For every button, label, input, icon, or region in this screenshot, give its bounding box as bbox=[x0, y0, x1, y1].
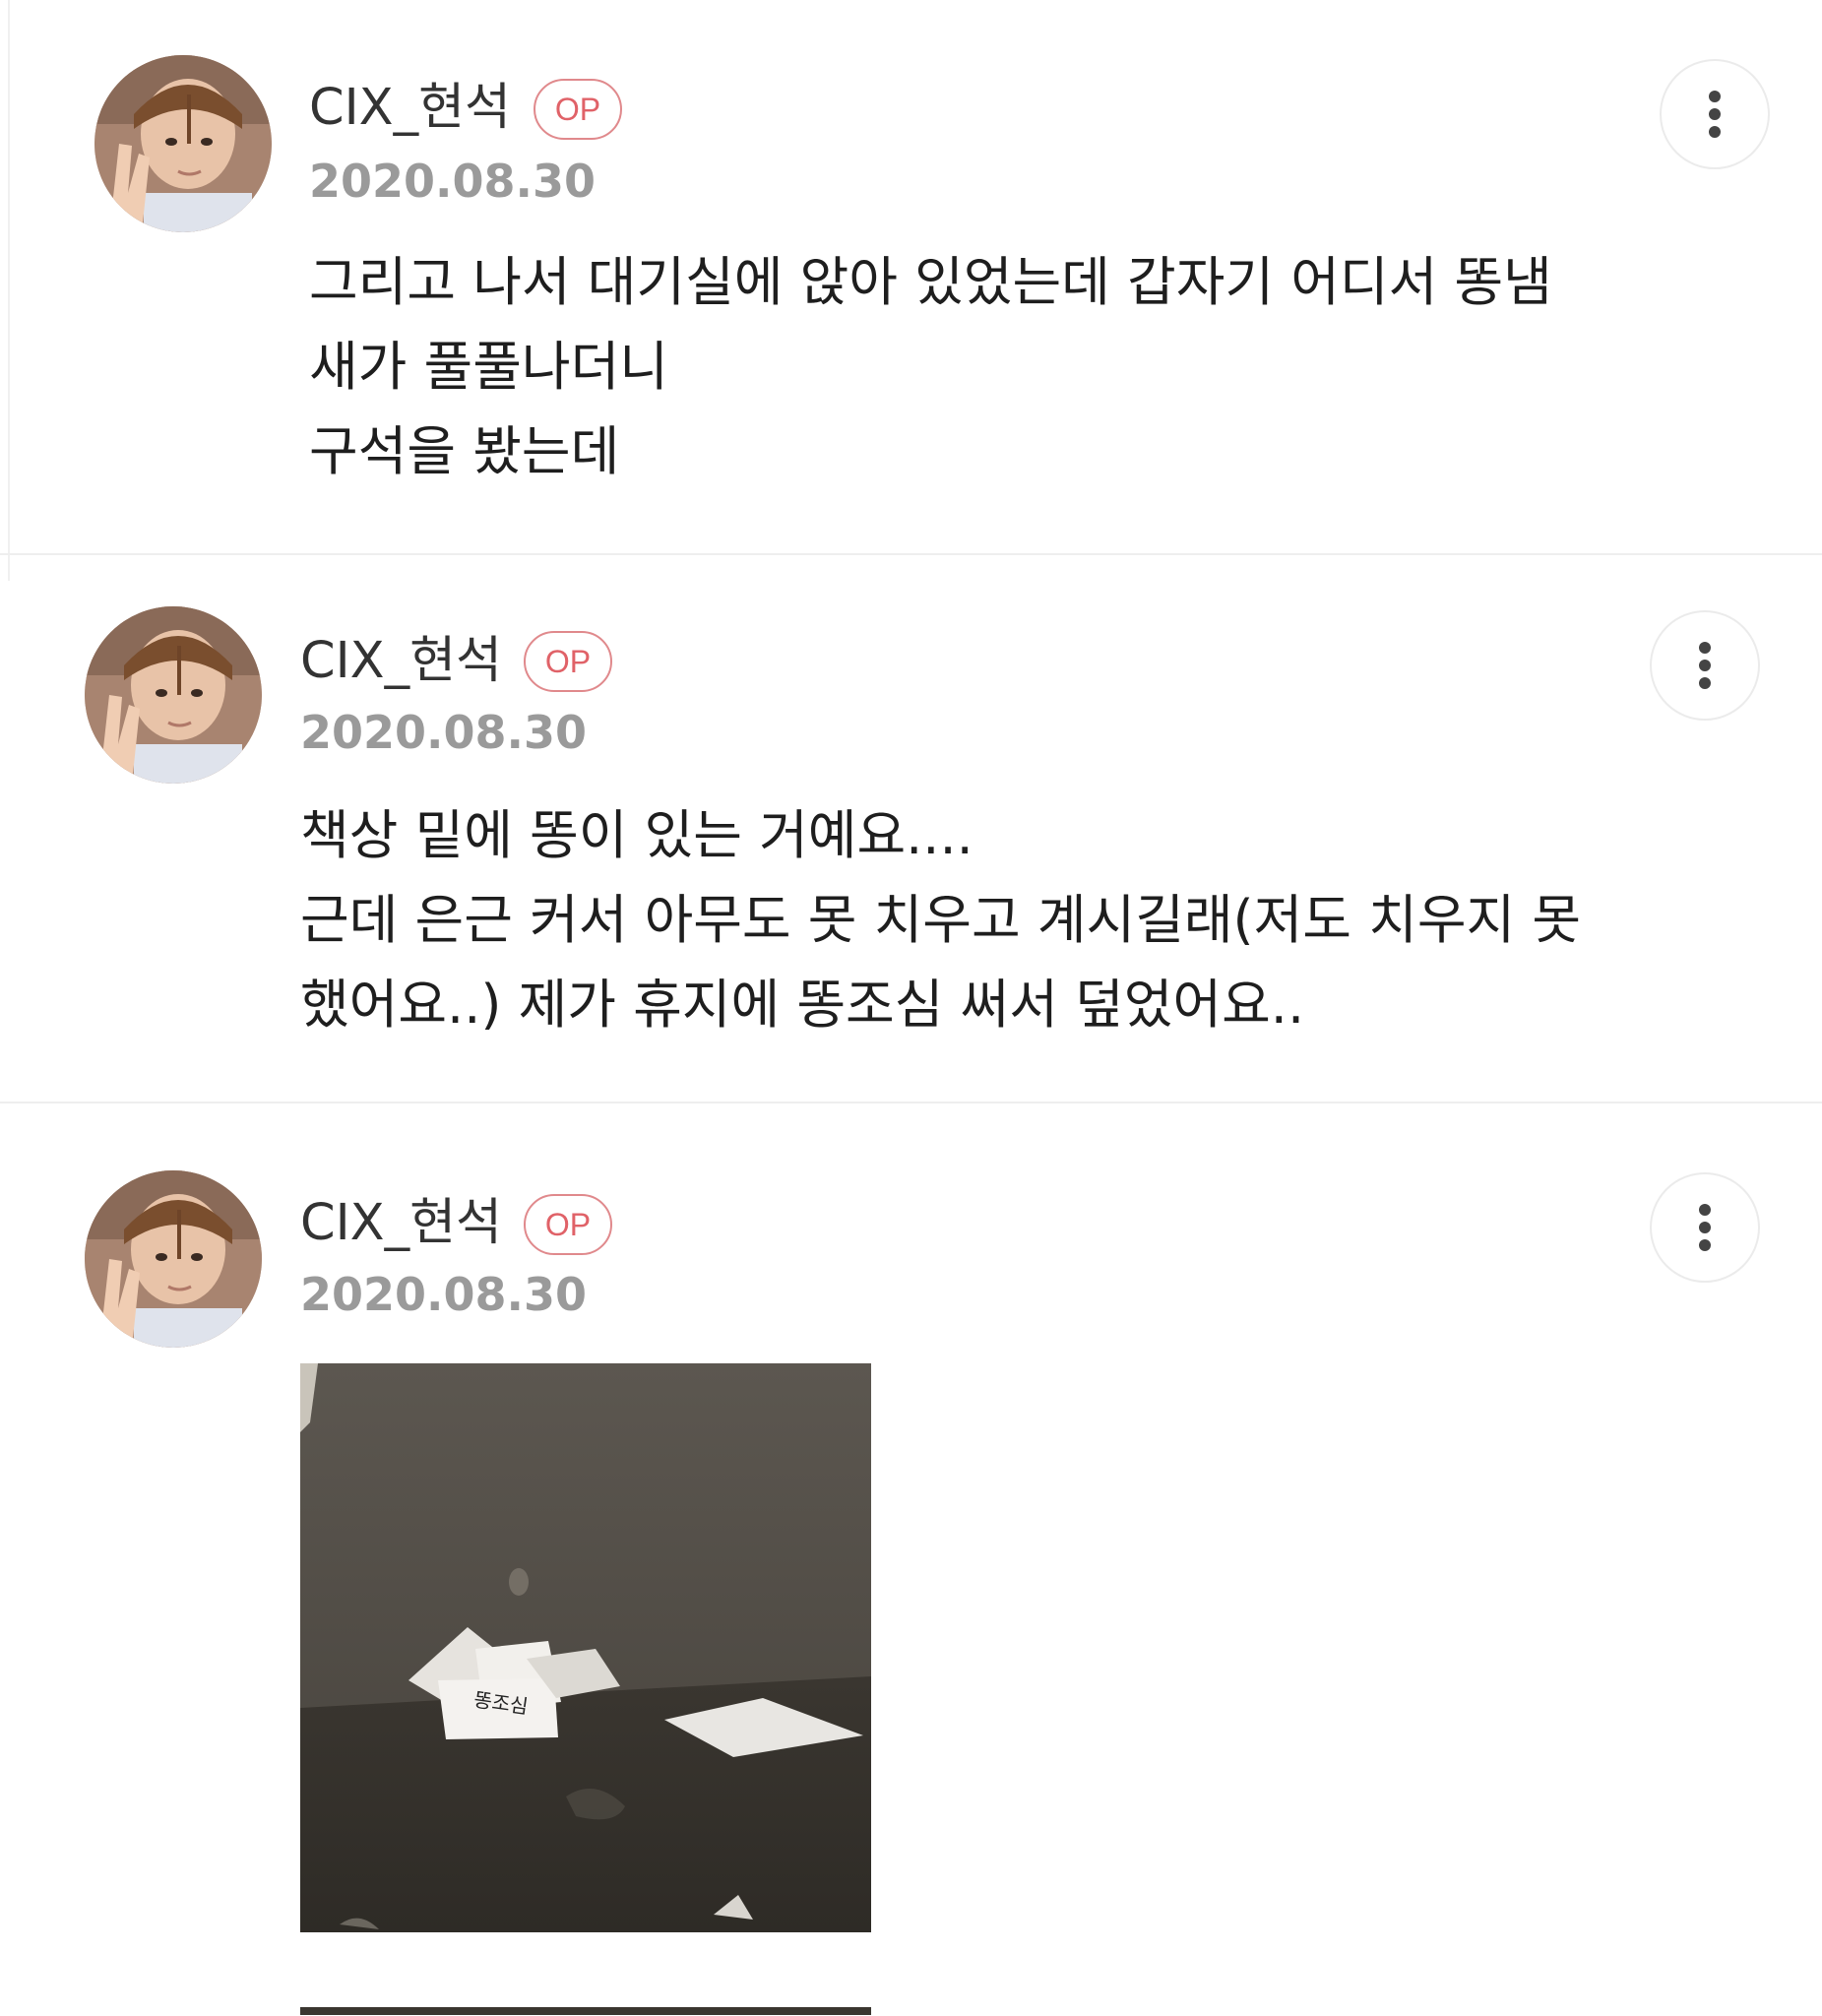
more-options-button[interactable] bbox=[1660, 59, 1770, 169]
post-body: 책상 밑에 똥이 있는 거예요.... 근데 은근 커서 아무도 못 치우고 계… bbox=[300, 793, 1581, 1047]
post-text-line: 그리고 나서 대기실에 앉아 있었는데 갑자기 어디서 똥냄 bbox=[309, 251, 1552, 313]
comment-post: CIX_현석 OP 2020.08.30 똥조심 bbox=[0, 1103, 1822, 2016]
op-badge: OP bbox=[534, 79, 622, 140]
post-date: 2020.08.30 bbox=[300, 1268, 588, 1321]
op-badge: OP bbox=[524, 631, 612, 692]
post-date: 2020.08.30 bbox=[300, 706, 588, 759]
comment-post: CIX_현석 OP 2020.08.30 책상 밑에 똥이 있는 거예요....… bbox=[0, 555, 1822, 1102]
next-post-photo-edge bbox=[300, 2007, 871, 2015]
username[interactable]: CIX_현석 bbox=[309, 79, 511, 138]
username[interactable]: CIX_현석 bbox=[300, 632, 502, 691]
post-text-line: 책상 밑에 똥이 있는 거예요.... bbox=[300, 804, 974, 866]
post-body: 그리고 나서 대기실에 앉아 있었는데 갑자기 어디서 똥냄 새가 풀풀나더니 … bbox=[309, 240, 1552, 494]
post-date: 2020.08.30 bbox=[309, 155, 597, 208]
more-vertical-icon bbox=[1699, 1204, 1711, 1251]
op-badge: OP bbox=[524, 1194, 612, 1255]
post-text-line: 근데 은근 커서 아무도 못 치우고 계시길래(저도 치우지 못 bbox=[300, 889, 1582, 951]
avatar[interactable] bbox=[85, 1170, 262, 1348]
photo-content: 똥조심 bbox=[300, 1363, 871, 1932]
more-vertical-icon bbox=[1709, 91, 1721, 138]
post-photo[interactable]: 똥조심 bbox=[300, 1363, 871, 1932]
avatar[interactable] bbox=[85, 606, 262, 784]
username[interactable]: CIX_현석 bbox=[300, 1194, 502, 1253]
more-options-button[interactable] bbox=[1650, 610, 1760, 721]
post-text-line: 구석을 봤는데 bbox=[309, 420, 620, 482]
more-options-button[interactable] bbox=[1650, 1172, 1760, 1283]
avatar-photo bbox=[85, 1170, 262, 1348]
avatar[interactable] bbox=[94, 55, 272, 232]
post-text-line: 했어요..) 제가 휴지에 똥조심 써서 덮었어요.. bbox=[300, 974, 1305, 1036]
post-text-line: 새가 풀풀나더니 bbox=[309, 336, 668, 398]
avatar-photo bbox=[85, 606, 262, 784]
avatar-photo bbox=[94, 55, 272, 232]
more-vertical-icon bbox=[1699, 642, 1711, 689]
comment-post: CIX_현석 OP 2020.08.30 그리고 나서 대기실에 앉아 있었는데… bbox=[0, 0, 1822, 553]
